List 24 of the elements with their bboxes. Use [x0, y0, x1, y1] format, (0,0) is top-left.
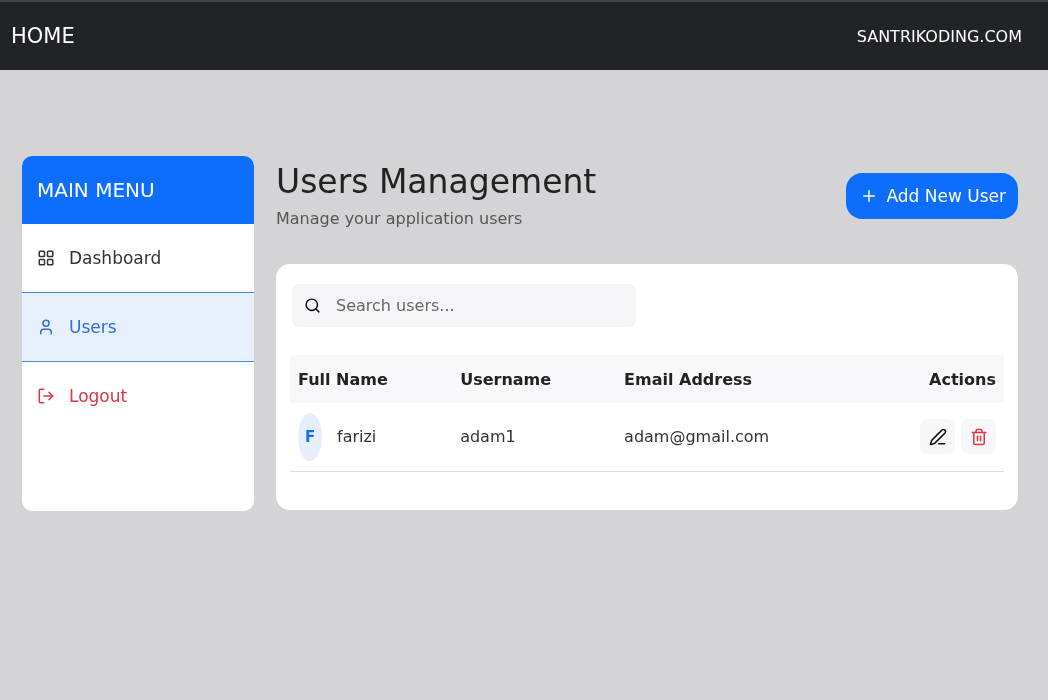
column-header: Username [452, 355, 617, 403]
column-header: Email Address [616, 355, 863, 403]
avatar-initial: F [298, 412, 322, 461]
delete-button[interactable] [961, 419, 996, 455]
table-cell: farizi [337, 427, 377, 447]
site-link[interactable]: SANTRIKODING.COM [856, 26, 1022, 46]
page-subtitle: Manage your application users [276, 209, 524, 228]
edit-button[interactable] [920, 419, 955, 455]
home-link[interactable]: HOME [11, 24, 75, 48]
sidebar-item[interactable]: Users [22, 293, 254, 362]
dashboard-grid-icon [37, 249, 55, 267]
user-icon [37, 318, 55, 336]
sidebar-title: MAIN MENU [22, 156, 254, 224]
page-title: Users Management [276, 162, 597, 201]
add-user-button[interactable]: Add New User [846, 173, 1018, 219]
table-cell: adam1 [452, 403, 617, 471]
pen-icon [928, 427, 947, 446]
search-field[interactable]: Search users... [292, 284, 636, 327]
column-header: Full Name [290, 355, 453, 403]
logout-icon [37, 387, 55, 405]
search-icon [304, 297, 321, 314]
trash-icon [969, 427, 988, 446]
column-header: Actions [862, 355, 1004, 403]
table-cell: adam@gmail.com [616, 403, 863, 471]
